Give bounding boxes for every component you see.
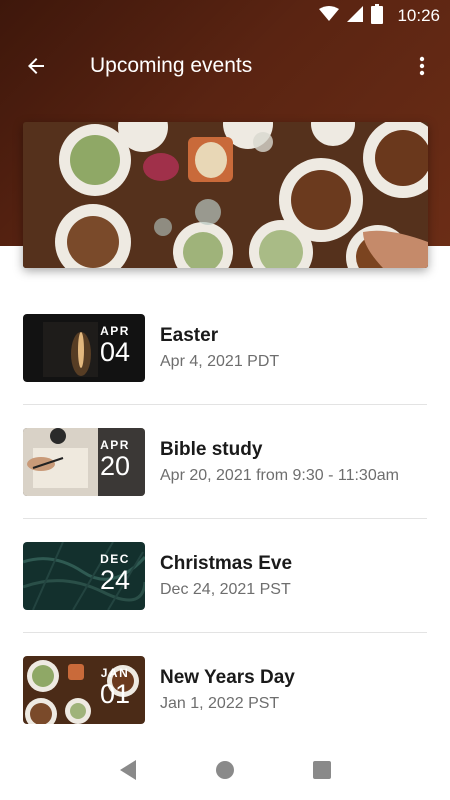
arrow-back-icon [28, 58, 44, 74]
date-day: 04 [99, 337, 131, 367]
event-thumbnail: APR 04 [23, 314, 145, 382]
event-date: Apr 4, 2021 PDT [160, 353, 280, 370]
app-bar: Upcoming events [0, 32, 450, 100]
status-bar: 10:26 [0, 0, 450, 32]
event-thumbnail: JAN 01 [23, 656, 145, 724]
divider [23, 632, 427, 633]
event-title: Easter [160, 325, 219, 346]
event-date: Dec 24, 2021 PST [160, 581, 291, 598]
date-month: APR [100, 438, 130, 452]
divider [23, 518, 427, 519]
divider [23, 404, 427, 405]
event-thumbnail: DEC 24 [23, 542, 145, 610]
circle-home-icon [215, 761, 234, 779]
date-badge: DEC 24 [95, 552, 135, 594]
back-button[interactable] [8, 38, 64, 94]
battery-icon [371, 3, 384, 29]
event-title: Christmas Eve [160, 553, 293, 574]
status-time: 10:26 [397, 6, 440, 25]
wifi-icon [319, 5, 340, 27]
event-list: APR 04 Easter Apr 4, 2021 PDT APR 20 Bib… [0, 312, 450, 768]
event-date: Apr 20, 2021 from 9:30 - 11:30am [160, 467, 399, 484]
nav-recents-button[interactable] [298, 746, 346, 794]
date-month: JAN [100, 666, 130, 680]
more-options-button[interactable] [398, 42, 446, 90]
triangle-back-icon [120, 760, 137, 780]
nav-home-button[interactable] [201, 746, 249, 794]
date-badge: JAN 01 [95, 666, 135, 708]
signal-icon [347, 5, 364, 27]
list-item[interactable]: APR 20 Bible study Apr 20, 2021 from 9:3… [0, 426, 450, 540]
more-vert-icon [419, 56, 425, 76]
date-day: 24 [99, 565, 131, 595]
nav-back-button[interactable] [104, 746, 152, 794]
date-month: DEC [100, 552, 130, 566]
page-title: Upcoming events [90, 54, 253, 77]
square-recents-icon [312, 761, 331, 779]
date-badge: APR 04 [95, 324, 135, 366]
system-nav-bar [0, 740, 450, 800]
date-day: 01 [99, 679, 131, 709]
date-day: 20 [99, 451, 131, 481]
event-title: New Years Day [160, 667, 295, 688]
list-item[interactable]: APR 04 Easter Apr 4, 2021 PDT [0, 312, 450, 426]
event-thumbnail: APR 20 [23, 428, 145, 496]
hero-image [23, 122, 428, 268]
event-title: Bible study [160, 439, 263, 460]
event-date: Jan 1, 2022 PST [160, 695, 280, 712]
date-month: APR [100, 324, 130, 338]
list-item[interactable]: DEC 24 Christmas Eve Dec 24, 2021 PST [0, 540, 450, 654]
date-badge: APR 20 [95, 438, 135, 480]
